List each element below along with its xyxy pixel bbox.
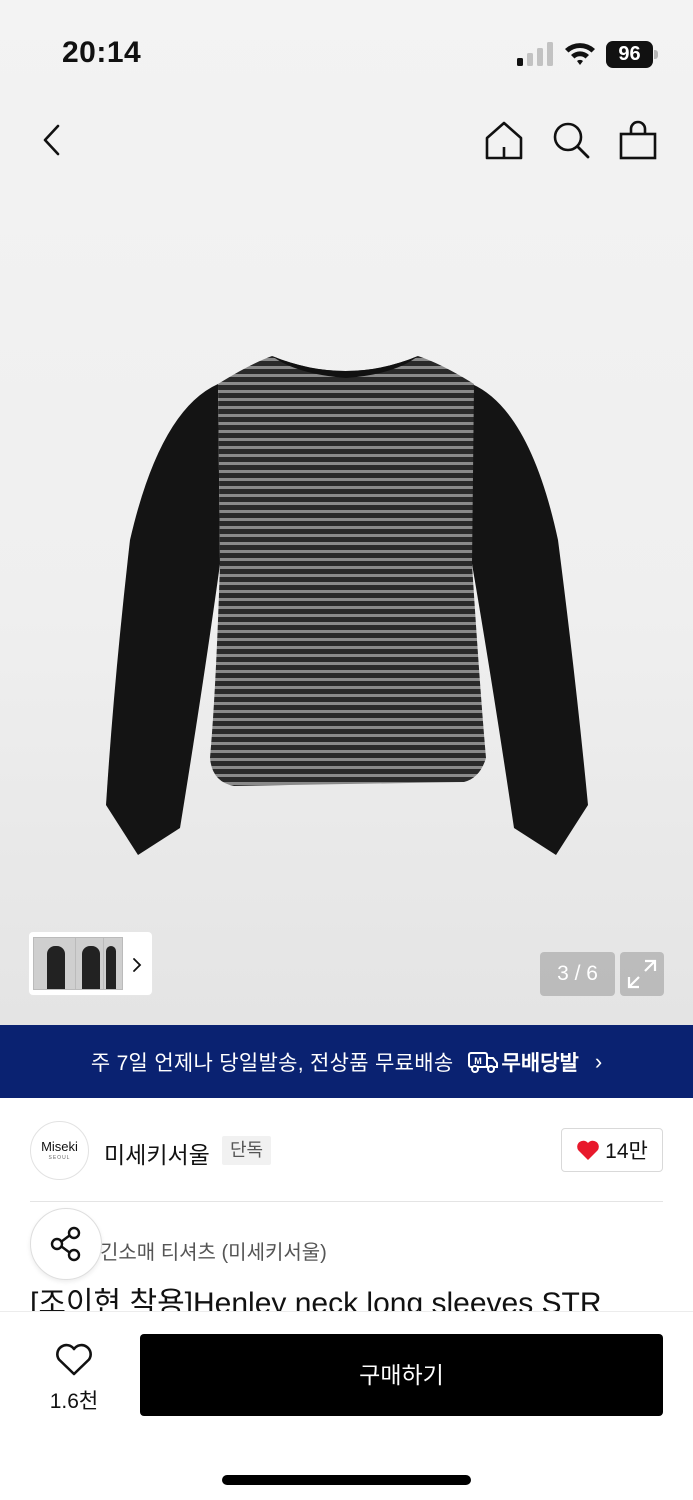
brand-logo[interactable]: Miseki SEOUL [30, 1121, 89, 1180]
fullscreen-button[interactable] [620, 952, 664, 996]
battery-indicator: 96 [606, 41, 658, 68]
brand-name[interactable]: 미세키서울 [104, 1136, 210, 1170]
brand-logo-subtext: SEOUL [48, 1155, 71, 1161]
product-image [106, 356, 588, 855]
share-icon [50, 1226, 81, 1262]
svg-text:M: M [474, 1056, 482, 1066]
search-button[interactable] [549, 118, 593, 162]
exclusive-badge: 단독 [222, 1136, 272, 1165]
divider [30, 1201, 663, 1202]
shipping-brand-label: 무배당발 [501, 1051, 579, 1075]
chevron-left-icon [43, 124, 60, 156]
back-button[interactable] [30, 118, 74, 162]
product-title: [조이현 착용]Henley neck long sleeves STR [30, 1287, 602, 1311]
shopping-bag-icon [619, 120, 657, 160]
buy-button[interactable]: 구매하기 [140, 1334, 663, 1416]
home-button[interactable] [482, 118, 526, 162]
shipping-banner-text: 주 7일 언제나 당일발송, 전상품 무료배송 [90, 1051, 454, 1075]
product-category[interactable]: 긴소매 티셔츠 (미세키서울) [100, 1236, 327, 1265]
battery-level: 96 [606, 41, 653, 68]
thumbnail[interactable] [33, 937, 78, 990]
brand-like-button[interactable]: 14만 [561, 1128, 663, 1172]
home-indicator [222, 1475, 471, 1485]
product-title-container: [조이현 착용]Henley neck long sleeves STR [30, 1284, 663, 1311]
battery-tip [654, 50, 658, 59]
thumbnail[interactable] [75, 937, 105, 990]
cellular-signal-icon [517, 42, 553, 66]
wishlist-count: 1.6천 [49, 1390, 99, 1413]
share-button[interactable] [30, 1208, 102, 1280]
home-icon [485, 121, 523, 160]
search-icon [553, 122, 590, 159]
brand-logo-text: Miseki [41, 1139, 78, 1154]
heart-filled-icon [577, 1140, 599, 1160]
delivery-truck-icon: M [467, 1051, 498, 1073]
shipping-banner[interactable]: 주 7일 언제나 당일발송, 전상품 무료배송 M 무배당발 › [0, 1025, 693, 1098]
bottom-action-bar: 1.6천 구매하기 [0, 1311, 693, 1500]
status-time: 20:14 [62, 36, 142, 69]
brand-like-count: 14만 [605, 1140, 648, 1163]
heart-outline-icon [56, 1343, 92, 1376]
wifi-icon [565, 43, 595, 65]
thumbnail[interactable] [103, 937, 123, 990]
status-bar: 20:14 96 [0, 0, 693, 100]
chevron-right-icon[interactable] [130, 955, 144, 975]
wishlist-button[interactable]: 1.6천 [40, 1342, 108, 1415]
chevron-right-icon: › [594, 1048, 603, 1074]
brand-row[interactable]: Miseki SEOUL 미세키서울 단독 14만 [0, 1098, 693, 1202]
expand-icon [627, 959, 657, 989]
cart-button[interactable] [616, 118, 660, 162]
shipping-brand: M 무배당발 [467, 1047, 579, 1077]
product-gallery[interactable]: 20:14 96 3 / 6 [0, 0, 693, 1025]
image-counter: 3 / 6 [540, 952, 615, 996]
